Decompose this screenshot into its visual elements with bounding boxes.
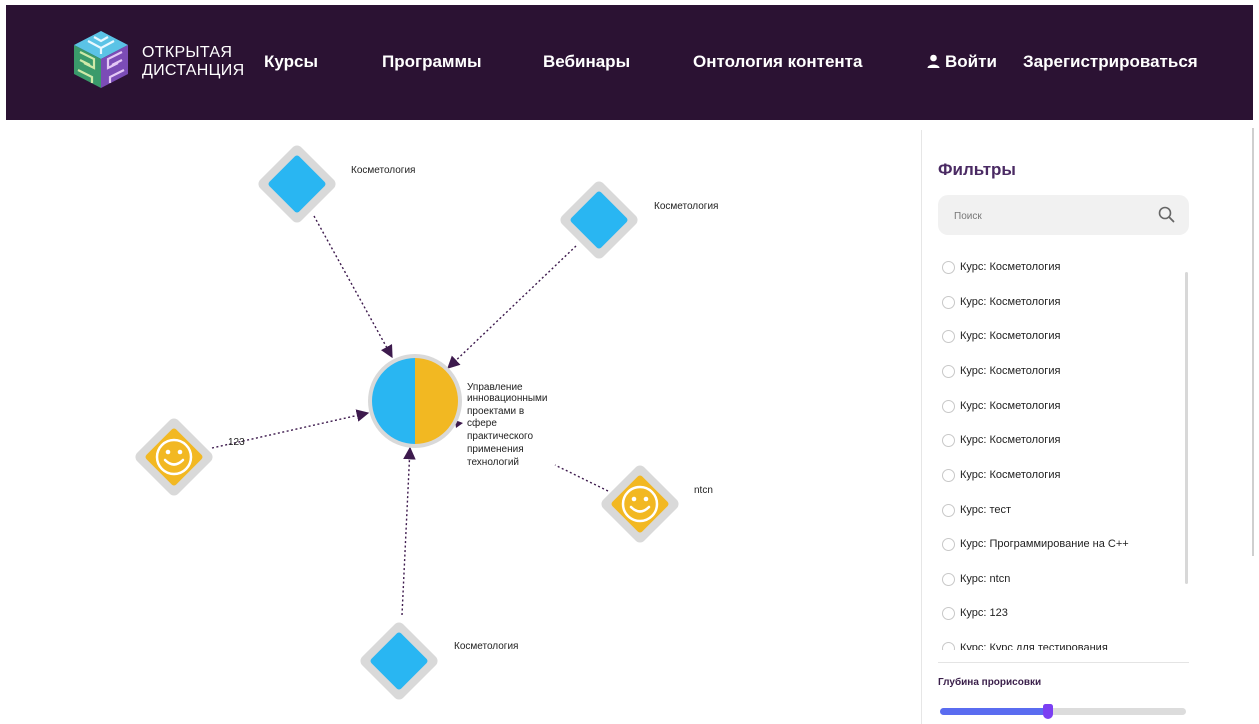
filter-list-scrollbar[interactable] bbox=[1185, 272, 1188, 584]
register-button[interactable]: Зарегистрироваться bbox=[1023, 52, 1198, 72]
edge bbox=[401, 446, 416, 616]
graph-node-smiley[interactable]: ntcn bbox=[599, 463, 713, 545]
center-label-line: Управление bbox=[467, 382, 523, 393]
filter-item[interactable]: Курс: Косметология bbox=[942, 326, 1060, 346]
user-icon bbox=[927, 54, 940, 68]
radio-button[interactable] bbox=[942, 329, 955, 343]
filter-item[interactable]: Курс: Программирование на C++ bbox=[942, 534, 1129, 554]
node-label: Косметология bbox=[654, 201, 718, 212]
node-label: 123 bbox=[228, 437, 245, 448]
logo-cube-icon bbox=[74, 31, 128, 88]
edge bbox=[313, 215, 393, 359]
radio-button[interactable] bbox=[942, 433, 955, 447]
filter-item-label: Курс: ntcn bbox=[960, 573, 1011, 585]
nav-content-ontology[interactable]: Онтология контента bbox=[693, 52, 862, 72]
center-label-line: применения bbox=[467, 444, 524, 455]
filter-item-label: Курс: Косметология bbox=[960, 330, 1061, 342]
filters-title: Фильтры bbox=[938, 160, 1016, 179]
nav-programs[interactable]: Программы bbox=[382, 52, 482, 72]
radio-button[interactable] bbox=[942, 364, 955, 378]
depth-slider[interactable] bbox=[940, 704, 1186, 719]
graph-node-diamond[interactable]: Косметология bbox=[358, 620, 518, 702]
logo[interactable]: ОТКРЫТАЯ ДИСТАНЦИЯ bbox=[70, 28, 244, 92]
filter-item[interactable]: Курс: тест bbox=[942, 500, 1011, 520]
filter-item-label: Курс: Косметология bbox=[960, 296, 1061, 308]
search-box[interactable] bbox=[938, 195, 1189, 235]
center-node-label: Управление инновационными проектами в сф… bbox=[467, 382, 550, 468]
edge bbox=[554, 464, 609, 492]
filter-item-label: Курс: тест bbox=[960, 504, 1012, 516]
center-label-line: проектами в bbox=[467, 406, 524, 417]
filter-item[interactable]: Курс: Косметология bbox=[942, 430, 1060, 450]
radio-button[interactable] bbox=[942, 641, 955, 650]
depth-slider-fill bbox=[940, 708, 1049, 715]
nav-webinars[interactable]: Вебинары bbox=[543, 52, 630, 72]
radio-button[interactable] bbox=[942, 572, 955, 586]
filter-item-label: Курс: Косметология bbox=[960, 434, 1061, 446]
filter-item[interactable]: Курс: Косметология bbox=[942, 361, 1060, 381]
graph-node-smiley[interactable]: 123 bbox=[133, 416, 245, 498]
search-input[interactable] bbox=[952, 205, 1146, 227]
search-icon[interactable] bbox=[1158, 206, 1175, 223]
filter-item[interactable]: Курс: Косметология bbox=[942, 465, 1060, 485]
radio-button[interactable] bbox=[942, 537, 955, 551]
radio-button[interactable] bbox=[942, 260, 955, 274]
filter-item-label: Курс: 123 bbox=[960, 607, 1008, 619]
filter-item-label: Курс: Косметология bbox=[960, 261, 1061, 273]
filter-item[interactable]: Курс: Косметология bbox=[942, 292, 1060, 312]
filter-item-label: Курс: Косметология bbox=[960, 365, 1061, 377]
center-label-line: сфере bbox=[467, 417, 497, 429]
radio-button[interactable] bbox=[942, 606, 955, 620]
nav-courses[interactable]: Курсы bbox=[264, 52, 318, 72]
edge bbox=[447, 245, 577, 369]
filter-item-label: Курс: Программирование на C++ bbox=[960, 538, 1129, 550]
filter-item[interactable]: Курс: Косметология bbox=[942, 396, 1060, 416]
radio-button[interactable] bbox=[942, 295, 955, 309]
radio-button[interactable] bbox=[942, 468, 955, 482]
panel-divider bbox=[921, 130, 922, 724]
logo-line-1: ОТКРЫТАЯ bbox=[142, 44, 233, 61]
node-label: Косметология bbox=[351, 165, 415, 176]
filter-item[interactable]: Курс: Косметология bbox=[942, 257, 1060, 277]
center-node[interactable]: Управление инновационными проектами в сф… bbox=[368, 354, 550, 468]
filter-list: Курс: Косметология Курс: Косметология Ку… bbox=[938, 250, 1189, 650]
radio-button[interactable] bbox=[942, 399, 955, 413]
login-label: Войти bbox=[945, 52, 997, 71]
filter-item[interactable]: Курс: ntcn bbox=[942, 569, 1010, 589]
site-header: ОТКРЫТАЯ ДИСТАНЦИЯ Курсы Программы Вебин… bbox=[6, 5, 1253, 120]
filter-item-label: Курс: Курс для тестирования bbox=[960, 642, 1108, 650]
filter-item-label: Курс: Косметология bbox=[960, 400, 1061, 412]
depth-slider-thumb[interactable] bbox=[1043, 704, 1054, 719]
graph-node-diamond[interactable]: Косметология bbox=[256, 143, 415, 225]
ontology-graph[interactable]: Управление инновационными проектами в сф… bbox=[0, 120, 920, 724]
filter-item[interactable]: Курс: Курс для тестирования bbox=[942, 638, 1108, 650]
graph-node-diamond[interactable]: Косметология bbox=[558, 179, 718, 261]
center-label-line: практического bbox=[467, 431, 533, 442]
radio-button[interactable] bbox=[942, 503, 955, 517]
login-button[interactable]: Войти bbox=[927, 52, 997, 72]
section-divider bbox=[938, 662, 1189, 663]
logo-line-2: ДИСТАНЦИЯ bbox=[142, 62, 245, 79]
depth-label: Глубина прорисовки bbox=[938, 677, 1042, 688]
logo-text: ОТКРЫТАЯ ДИСТАНЦИЯ bbox=[142, 44, 244, 80]
filter-item-label: Курс: Косметология bbox=[960, 469, 1061, 481]
center-label-line: инновационными bbox=[467, 393, 548, 404]
page-scrollbar[interactable] bbox=[1252, 128, 1254, 556]
filter-item[interactable]: Курс: 123 bbox=[942, 603, 1008, 623]
center-label-line: технологий bbox=[467, 457, 519, 468]
node-label: Косметология bbox=[454, 641, 518, 652]
node-label: ntcn bbox=[694, 485, 713, 496]
